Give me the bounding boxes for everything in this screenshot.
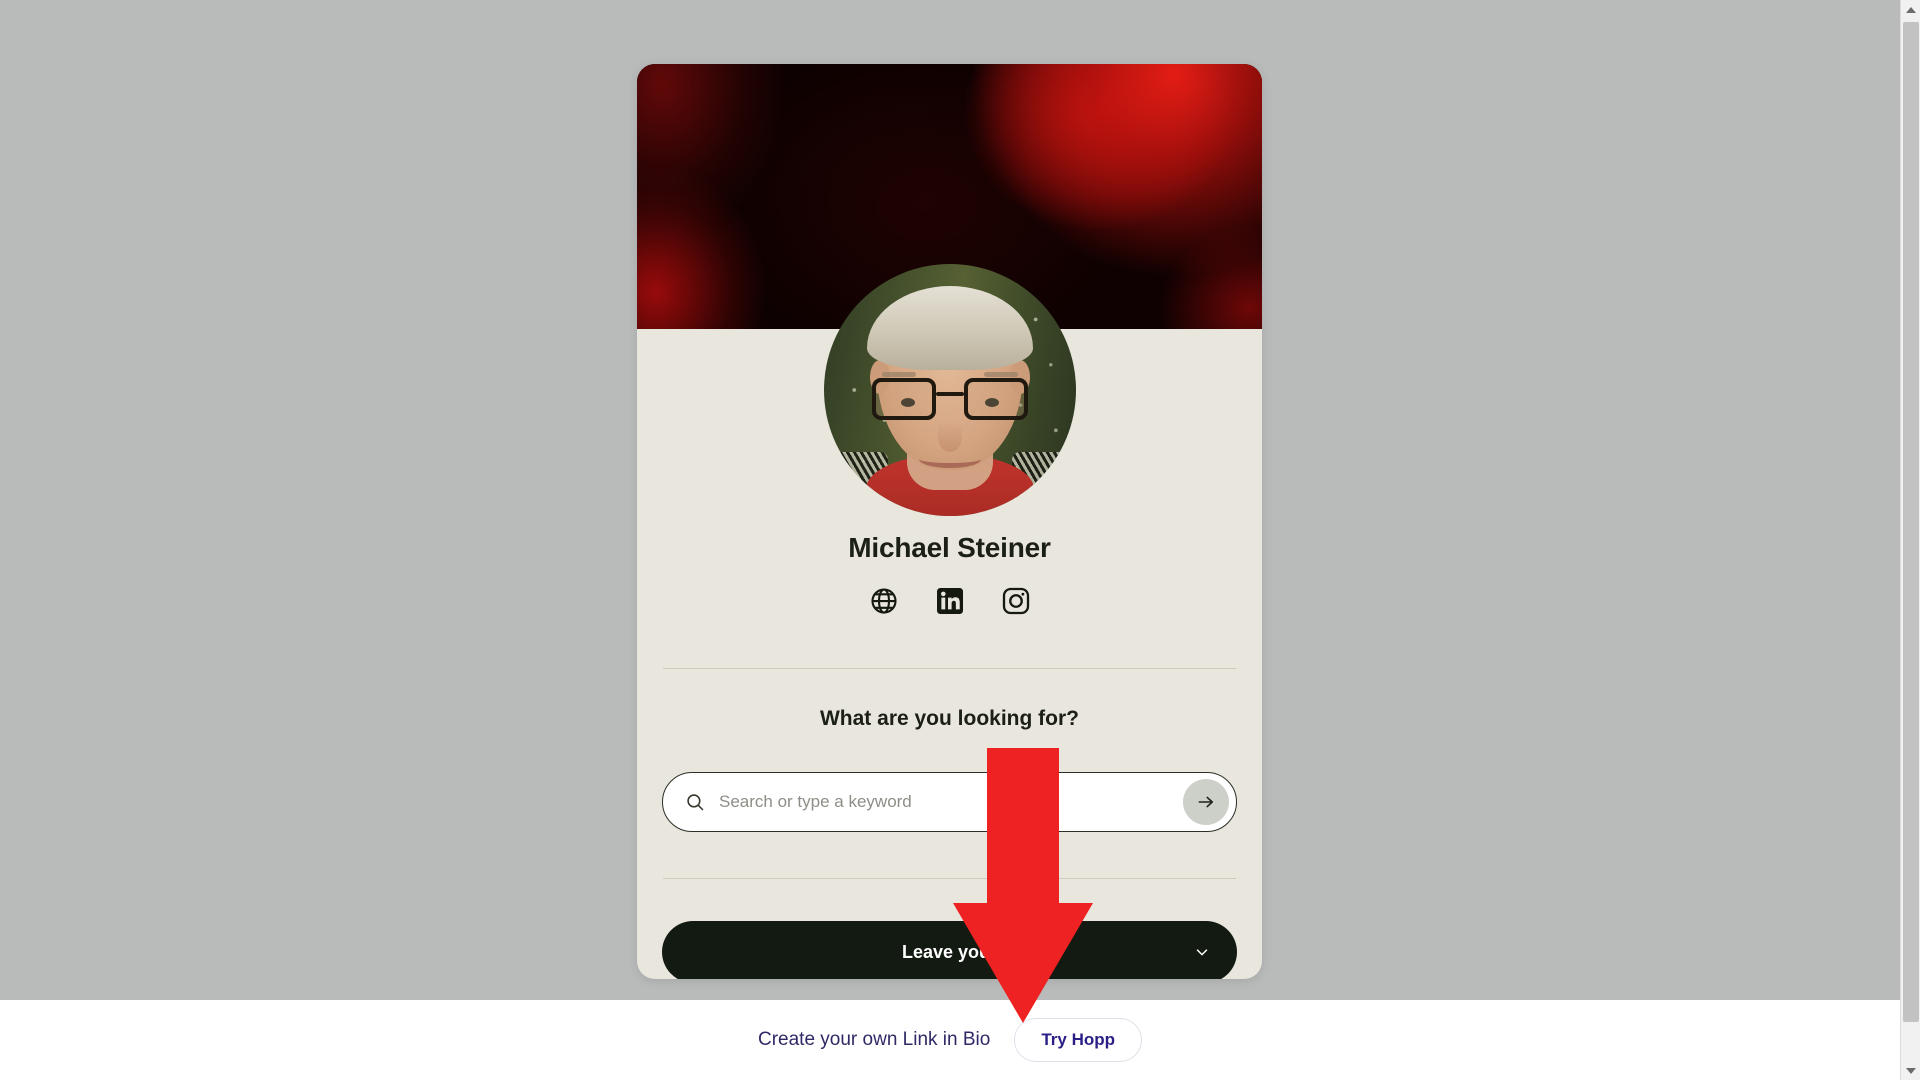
vertical-scrollbar[interactable] xyxy=(1900,0,1920,1080)
page-scroll-area: Michael Steiner What are you looking for… xyxy=(0,0,1900,1080)
chevron-down-icon xyxy=(1196,949,1208,956)
social-links xyxy=(637,586,1262,616)
avatar xyxy=(823,264,1076,516)
search-submit-button[interactable] xyxy=(1183,779,1229,825)
scrollbar-thumb[interactable] xyxy=(1903,22,1919,1022)
divider xyxy=(663,668,1236,669)
divider xyxy=(663,878,1236,879)
linkedin-icon[interactable] xyxy=(935,586,965,616)
profile-card: Michael Steiner What are you looking for… xyxy=(637,64,1262,979)
globe-icon[interactable] xyxy=(869,586,899,616)
leave-your-cta-button[interactable]: Leave your xyxy=(662,921,1237,979)
arrow-right-icon xyxy=(1198,796,1214,808)
search-icon xyxy=(687,794,704,811)
page-title: Michael Steiner xyxy=(848,532,1051,563)
scroll-up-arrow-icon[interactable] xyxy=(1901,0,1920,19)
scroll-down-arrow-icon[interactable] xyxy=(1901,1061,1920,1080)
browser-viewport: Michael Steiner What are you looking for… xyxy=(0,0,1920,1080)
footer-text: Create your own Link in Bio xyxy=(757,1029,991,1050)
footer-bar: Create your own Link in Bio Try Hopp xyxy=(0,1000,1900,1080)
search-bar xyxy=(662,772,1237,832)
try-hopp-button[interactable]: Try Hopp xyxy=(1014,1018,1142,1062)
search-input[interactable] xyxy=(719,792,1183,812)
search-section-title: What are you looking for? xyxy=(819,707,1079,730)
cta-label: Leave your xyxy=(901,941,998,962)
instagram-icon[interactable] xyxy=(1001,586,1031,616)
